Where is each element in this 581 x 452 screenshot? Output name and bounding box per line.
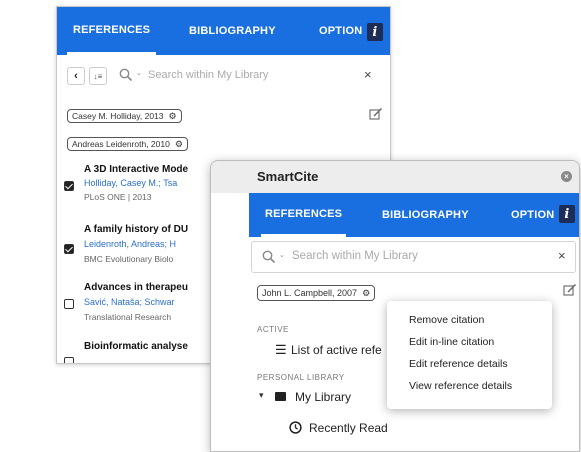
search-icon: [262, 250, 276, 264]
tab-label: REFERENCES: [73, 23, 151, 36]
context-menu: Remove citation Edit in-line citation Ed…: [387, 301, 552, 409]
reference-title[interactable]: A 3D Interactive Mode: [84, 164, 188, 175]
close-icon[interactable]: ×: [561, 171, 572, 182]
chip-label: John L. Campbell, 2007: [262, 288, 358, 298]
reference-title[interactable]: A family history of DU: [84, 224, 188, 235]
edit-inline-citation-item[interactable]: Edit in-line citation: [409, 336, 494, 348]
reference-source: Translational Research: [84, 312, 172, 322]
back-search-row: ‹ ↓≡ ⌄ Search within My Library ×: [57, 55, 390, 95]
recently-read-item[interactable]: Recently Read: [309, 421, 388, 435]
section-label-library: PERSONAL LIBRARY: [257, 373, 345, 382]
chevron-down-icon[interactable]: ▾: [259, 390, 264, 401]
chevron-down-icon[interactable]: ⌄: [136, 69, 142, 77]
info-icon[interactable]: i: [367, 23, 383, 41]
smartcite-title-bar: SmartCite ×: [211, 161, 579, 193]
back-arrow-icon[interactable]: ‹: [67, 67, 85, 85]
gear-icon[interactable]: ⚙: [169, 111, 177, 122]
reference-title[interactable]: Advances in therapeu: [84, 282, 188, 293]
smartcite-panel: SmartCite × REFERENCES BIBLIOGRAPHY OPTI…: [210, 160, 580, 452]
tab-label: BIBLIOGRAPHY: [382, 209, 469, 221]
reference-checkbox[interactable]: [64, 181, 74, 191]
clear-search-button[interactable]: ×: [364, 67, 372, 82]
reference-checkbox[interactable]: [64, 244, 74, 254]
reference-authors: Savić, Nataša; Schwar: [84, 297, 175, 307]
reference-title[interactable]: Bioinformatic analyse: [84, 341, 188, 352]
tab-bibliography[interactable]: BIBLIOGRAPHY: [382, 193, 469, 237]
reference-checkbox[interactable]: [64, 299, 74, 309]
view-reference-details-item[interactable]: View reference details: [409, 380, 512, 392]
window-title: SmartCite: [257, 169, 319, 184]
search-input[interactable]: Search within My Library: [292, 250, 418, 262]
chip-label: Andreas Leidenroth, 2010: [72, 139, 170, 149]
edit-icon[interactable]: [369, 107, 383, 121]
reference-authors: Holliday, Casey M.; Tsa: [84, 178, 178, 188]
clock-icon: [289, 421, 302, 434]
gear-icon[interactable]: ⚙: [175, 139, 183, 150]
section-label-active: ACTIVE: [257, 325, 289, 334]
tab-bibliography[interactable]: BIBLIOGRAPHY: [189, 7, 276, 55]
search-icon: [119, 68, 133, 82]
tab-label: REFERENCES: [265, 207, 343, 220]
gear-icon[interactable]: ⚙: [362, 288, 370, 299]
tab-label: OPTION: [319, 25, 363, 37]
tab-label: BIBLIOGRAPHY: [189, 25, 276, 37]
tab-options[interactable]: OPTION: [319, 7, 362, 55]
back-tab-bar: REFERENCES BIBLIOGRAPHY OPTION i: [57, 7, 390, 55]
edit-reference-details-item[interactable]: Edit reference details: [409, 358, 508, 370]
search-box[interactable]: ⌄ Search within My Library ×: [251, 241, 576, 273]
chip-label: Casey M. Holliday, 2013: [72, 111, 164, 121]
reference-authors: Leidenroth, Andreas; H: [84, 239, 177, 249]
reference-source: PLoS ONE | 2013: [84, 192, 152, 202]
citation-chip[interactable]: Andreas Leidenroth, 2010 ⚙: [67, 137, 188, 151]
my-library-item[interactable]: My Library: [295, 390, 351, 404]
reference-checkbox[interactable]: [64, 357, 74, 363]
citation-chip[interactable]: John L. Campbell, 2007 ⚙: [257, 285, 376, 301]
tab-references[interactable]: REFERENCES: [261, 193, 347, 237]
list-icon: ☰: [275, 342, 287, 357]
library-icon: [275, 392, 286, 401]
tab-label: OPTION: [511, 209, 555, 221]
active-list-item[interactable]: List of active refe: [291, 343, 382, 357]
clear-search-button[interactable]: ×: [558, 248, 566, 263]
remove-citation-item[interactable]: Remove citation: [409, 314, 484, 326]
front-tab-bar: REFERENCES BIBLIOGRAPHY OPTION i: [249, 193, 579, 237]
citation-chip[interactable]: Casey M. Holliday, 2013 ⚙: [67, 109, 182, 123]
reference-source: BMC Evolutionary Biolo: [84, 254, 174, 264]
tab-references[interactable]: REFERENCES: [67, 7, 157, 55]
edit-icon[interactable]: [563, 283, 577, 297]
tab-options[interactable]: OPTION: [511, 193, 554, 237]
sort-icon[interactable]: ↓≡: [89, 67, 107, 85]
search-input[interactable]: Search within My Library: [148, 69, 268, 81]
info-icon[interactable]: i: [559, 205, 575, 223]
chevron-down-icon[interactable]: ⌄: [279, 251, 285, 259]
